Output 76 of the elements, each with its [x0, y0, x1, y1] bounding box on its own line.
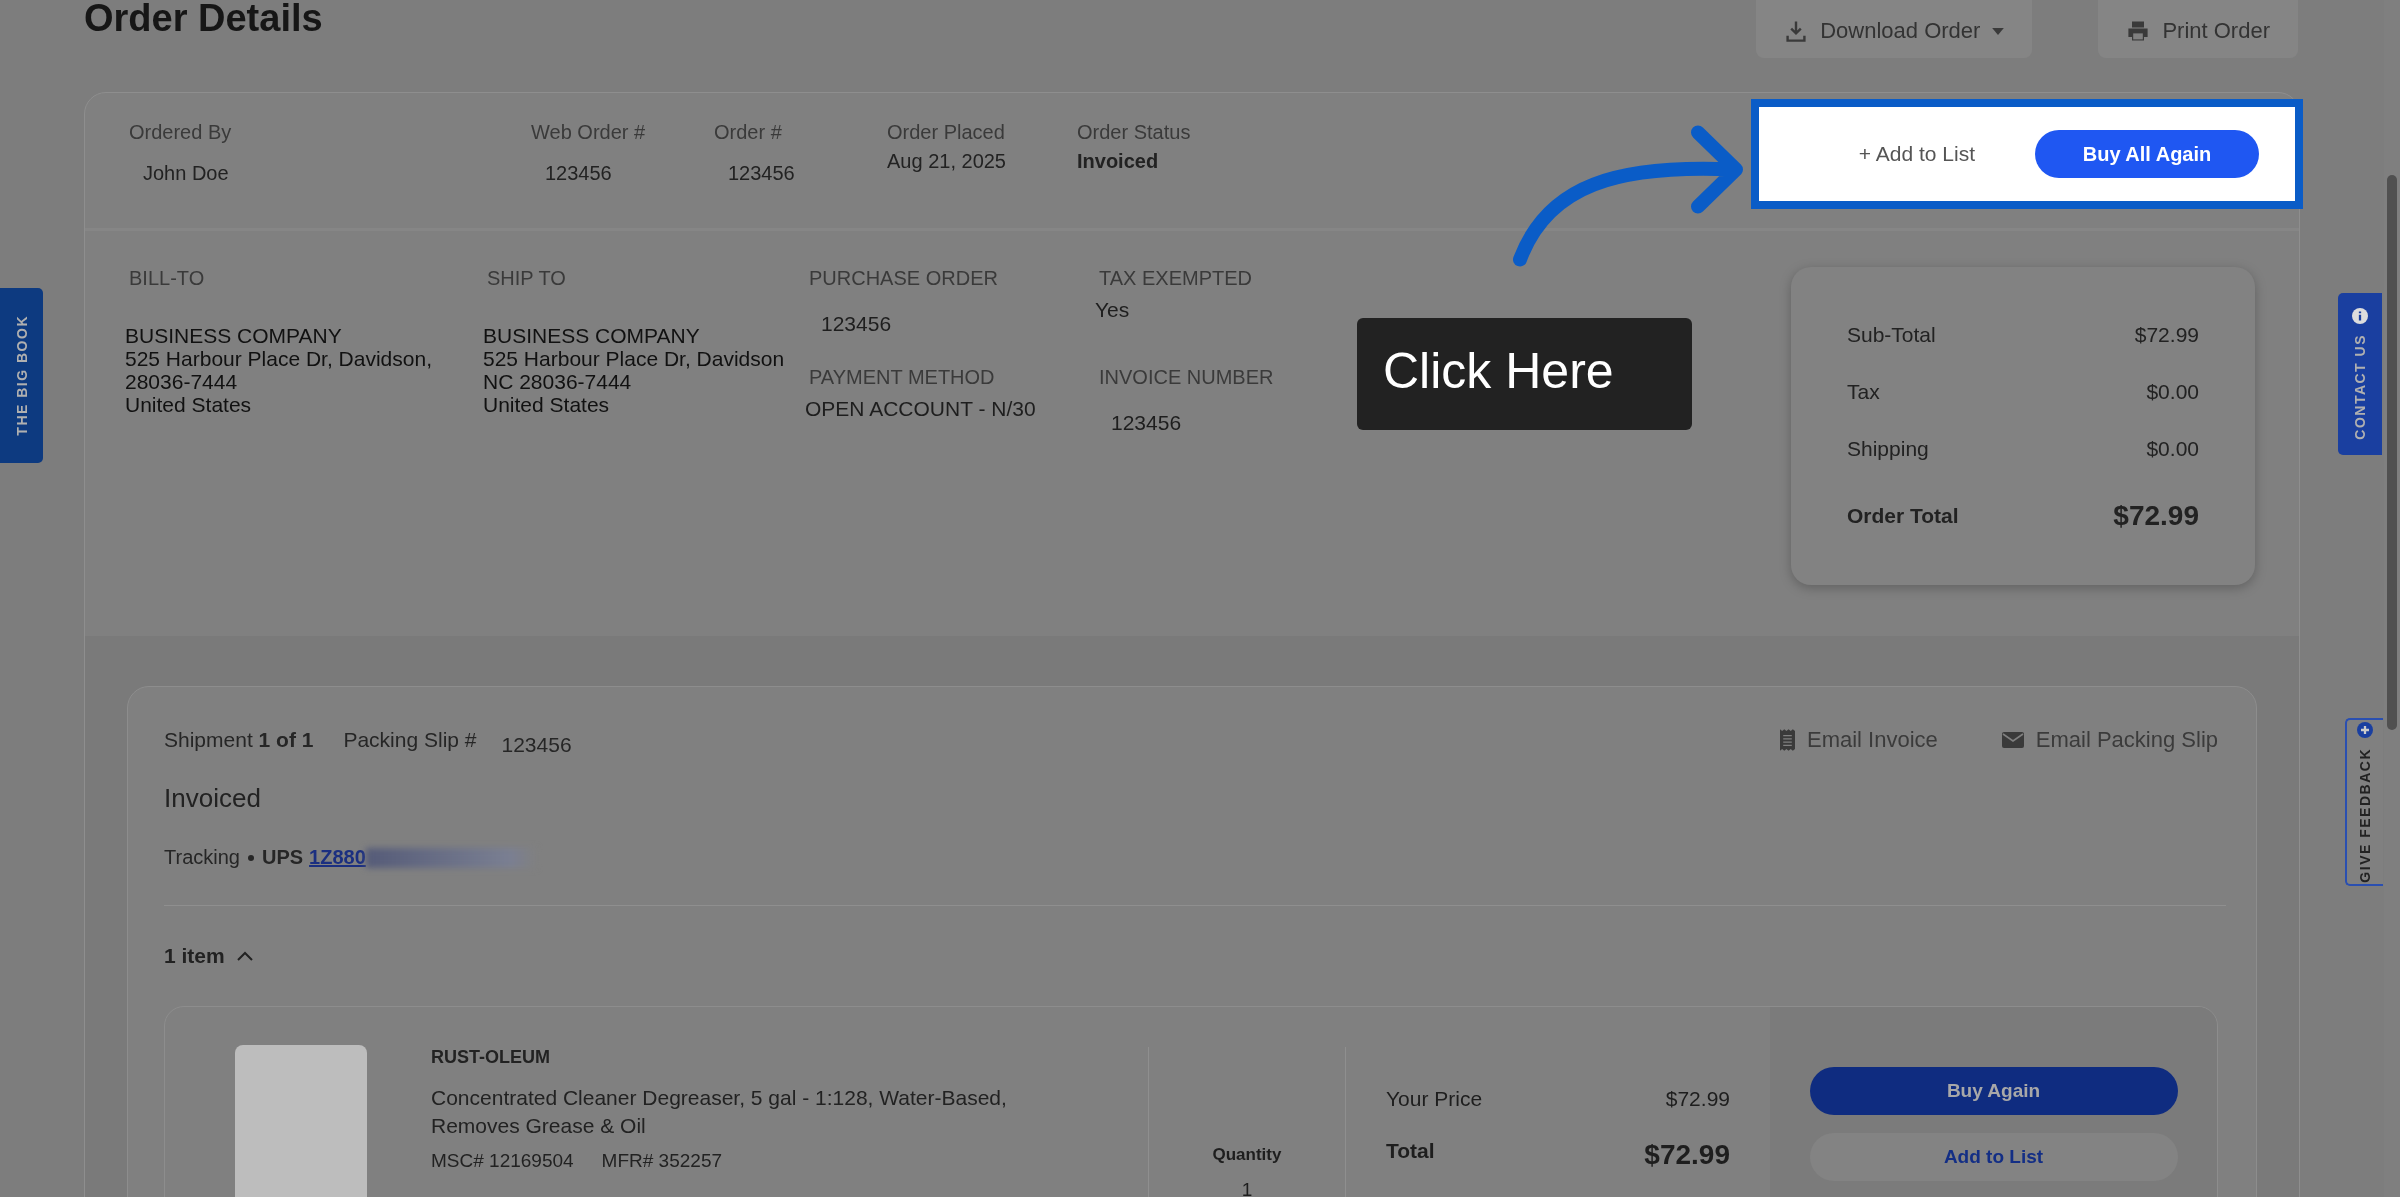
info-label: Web Order # — [531, 121, 647, 144]
packing-slip-label: Packing Slip # — [343, 728, 477, 752]
info-value: Invoiced — [1077, 150, 1160, 173]
address-line: NC 28036-7444 — [483, 370, 633, 393]
info-label: Order Status — [1077, 121, 1192, 144]
bullet-icon — [247, 854, 254, 861]
tracking-link[interactable]: 1Z880 — [309, 846, 366, 869]
info-value: 123456 — [545, 162, 613, 185]
detail-label: PURCHASE ORDER — [809, 267, 999, 290]
page-title: Order Details — [84, 0, 323, 36]
msc-number: MSC# 12169504 — [431, 1150, 574, 1172]
address-line: BUSINESS COMPANY — [483, 324, 701, 347]
side-tab[interactable]: CONTACT US — [2338, 293, 2382, 455]
detail-value: Yes — [1095, 298, 1131, 322]
side-tab[interactable]: GIVE FEEDBACK — [2345, 718, 2383, 886]
plus-icon — [2357, 721, 2373, 738]
detail-label: TAX EXEMPTED — [1099, 267, 1253, 290]
carrier-name: UPS — [261, 846, 304, 869]
detail-value: 123456 — [821, 312, 893, 336]
order-total-value: $72.99 — [2113, 500, 2199, 532]
shipment-status: Invoiced — [164, 783, 262, 814]
envelope-icon — [2001, 732, 2024, 748]
info-label: Order # — [714, 121, 783, 144]
receipt-icon — [1779, 729, 1795, 751]
price-label: Your Price — [1386, 1087, 1483, 1111]
add-to-list-button[interactable]: + Add to List — [1852, 141, 1981, 167]
order-total-label: Order Total — [1847, 504, 1959, 528]
callout-label: Click Here — [1357, 318, 1692, 430]
buy-again-button[interactable]: Buy Again — [1809, 1067, 2178, 1115]
address-line: 525 Harbour Place Dr, Davidson — [483, 347, 786, 370]
detail-value: OPEN ACCOUNT - N/30 — [805, 397, 1037, 421]
address-line: 525 Harbour Place Dr, Davidson, — [125, 347, 433, 370]
price-value: $72.99 — [1665, 1087, 1730, 1111]
printer-icon — [2126, 19, 2151, 43]
detail-label: INVOICE NUMBER — [1099, 366, 1275, 389]
caret-icon — [1992, 27, 2005, 35]
address-line: 28036-7444 — [125, 370, 239, 393]
total-value: $72.99 — [1644, 1139, 1730, 1171]
info-value: Aug 21, 2025 — [887, 150, 1007, 173]
quantity-label: Quantity — [1212, 1145, 1282, 1165]
summary-value: $72.99 — [2134, 323, 2199, 347]
download-icon — [1784, 19, 1809, 43]
buy-all-again-button[interactable]: Buy All Again — [2035, 130, 2259, 178]
shipment-title: Shipment 1 of 1 — [164, 728, 314, 752]
address-label: BILL-TO — [129, 267, 206, 290]
address-line: United States — [125, 393, 253, 416]
summary-value: $0.00 — [2146, 437, 2199, 461]
info-label: Ordered By — [129, 121, 233, 144]
detail-label: PAYMENT METHOD — [809, 366, 996, 389]
add-to-list-button[interactable]: Add to List — [1809, 1133, 2178, 1181]
summary-label: Shipping — [1847, 437, 1929, 461]
info-value: 123456 — [728, 162, 796, 185]
quantity-value: 1 — [1241, 1179, 1253, 1197]
detail-value: 123456 — [1111, 411, 1183, 435]
product-brand: RUST-OLEUM — [431, 1047, 551, 1068]
summary-label: Sub-Total — [1847, 323, 1936, 347]
info-icon — [2352, 308, 2368, 325]
total-label: Total — [1386, 1139, 1435, 1164]
tracking-label: Tracking — [164, 846, 240, 869]
email-link[interactable]: Email Invoice — [1779, 727, 1938, 753]
info-value: John Doe — [143, 162, 230, 185]
address-line: United States — [483, 393, 611, 416]
summary-value: $0.00 — [2146, 380, 2199, 404]
info-label: Order Placed — [887, 121, 1006, 144]
header-action-button[interactable]: Download Order — [1756, 0, 2033, 58]
email-link[interactable]: Email Packing Slip — [2001, 727, 2218, 753]
packing-slip-number: 123456 — [501, 733, 572, 757]
items-toggle[interactable]: 1 item — [164, 944, 253, 968]
scrollbar-thumb[interactable] — [2387, 175, 2397, 730]
summary-label: Tax — [1847, 380, 1880, 404]
address-line: BUSINESS COMPANY — [125, 324, 343, 347]
side-tab[interactable]: THE BIG BOOK — [0, 288, 43, 463]
product-description: Concentrated Cleaner Degreaser, 5 gal - 1:128, Water-Based, Removes Grease & Oil — [431, 1085, 1008, 1139]
mfr-number: MFR# 352257 — [601, 1150, 722, 1172]
header-action-button[interactable]: Print Order — [2098, 0, 2298, 58]
address-label: SHIP TO — [487, 267, 567, 290]
